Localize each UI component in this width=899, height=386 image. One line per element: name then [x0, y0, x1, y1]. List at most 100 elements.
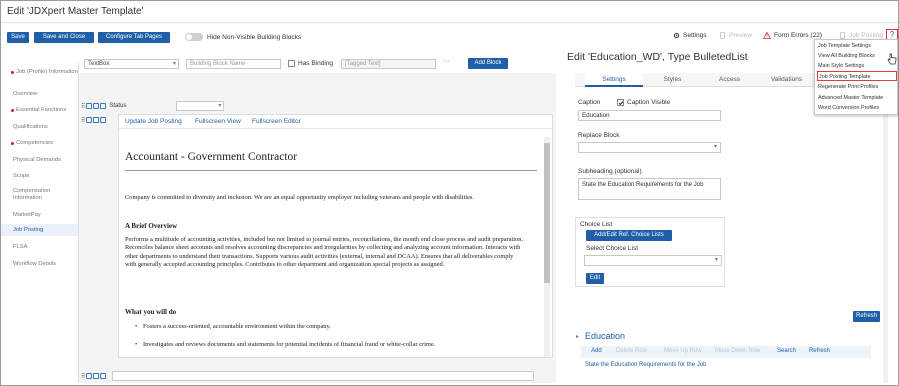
status-select[interactable]: ▾ — [176, 101, 225, 111]
nav-item-scope[interactable]: Scope — [13, 173, 79, 180]
tab-access[interactable]: Access — [702, 73, 757, 87]
caption-visible-checkbox[interactable] — [617, 99, 624, 106]
caption-input[interactable]: Education — [578, 110, 721, 121]
nav-item-marketpay[interactable]: MarketPay — [13, 212, 79, 219]
education-row[interactable]: State the Education Requirements for the… — [585, 362, 706, 368]
nav-item-qualifications[interactable]: Qualifications — [13, 124, 79, 131]
tagged-text-input[interactable]: [Tagged Text] — [341, 59, 436, 69]
subheading-textarea[interactable]: State the Education Requirements for the… — [578, 178, 721, 200]
nav-item-essential-functions[interactable]: Essential Functions — [11, 107, 82, 114]
next-block-field[interactable] — [112, 371, 535, 381]
tab-settings[interactable]: Settings — [585, 73, 643, 87]
refresh-button[interactable]: Refresh — [853, 311, 880, 322]
update-job-posting-link[interactable]: Update Job Posting — [125, 118, 182, 125]
visibility-icon[interactable] — [86, 103, 93, 109]
edit-choice-list-button[interactable]: Edit — [586, 273, 604, 284]
nav-item-job-information[interactable]: Job (Profile) Information — [11, 69, 82, 76]
select-choice-list-dropdown[interactable]: ▾ — [584, 255, 722, 266]
settings-link[interactable]: Settings — [673, 32, 707, 39]
hand-cursor-icon — [887, 53, 897, 65]
hide-nonvisible-label: Hide Non-Visible Building Blocks — [207, 34, 302, 41]
delete-icon[interactable] — [100, 373, 107, 379]
move-up-row-button[interactable]: Move Up Row — [664, 348, 702, 354]
title-divider — [125, 170, 537, 171]
editor-scrollbar[interactable] — [544, 137, 550, 357]
hide-nonvisible-toggle[interactable] — [185, 33, 203, 41]
configure-tab-pages-button[interactable]: Configure Tab Pages — [98, 32, 170, 43]
search-rows-button[interactable]: Search — [777, 348, 796, 354]
status-label: Status — [109, 103, 127, 109]
document-content[interactable]: Accountant - Government Contractor Compa… — [125, 136, 540, 357]
form-errors-link[interactable]: Form Errors (22) — [763, 32, 822, 39]
menu-item-main-style-settings[interactable]: Main Style Settings — [817, 61, 897, 71]
has-binding-label: Has Binding — [298, 60, 334, 67]
save-button[interactable]: Save — [7, 32, 29, 43]
fullscreen-view-link[interactable]: Fullscreen View — [195, 118, 241, 125]
replace-block-select[interactable]: ▾ — [578, 142, 721, 153]
caret-right-icon[interactable]: ▸ — [576, 333, 579, 340]
chevron-down-icon: ▾ — [714, 257, 718, 263]
block-type-value: TextBox — [88, 61, 110, 67]
has-binding-checkbox[interactable] — [288, 60, 295, 67]
tab-validations[interactable]: Validations — [759, 73, 814, 87]
edit-icon[interactable] — [93, 117, 100, 123]
fullscreen-editor-link[interactable]: Fullscreen Editor — [252, 118, 301, 125]
nav-item-flsa[interactable]: FLSA — [13, 244, 79, 251]
nav-item-label: Competencies — [16, 140, 54, 146]
visibility-icon[interactable] — [86, 117, 93, 123]
menu-item-job-template-settings[interactable]: Job Template Settings — [817, 41, 897, 51]
add-edit-choice-lists-button[interactable]: Add/Edit Ref. Choice Lists — [586, 230, 672, 241]
block-name-placeholder: Building Block Name — [190, 61, 246, 67]
scrollbar-thumb[interactable] — [544, 143, 550, 283]
next-block-row: ⠿ — [79, 370, 556, 382]
move-down-row-button[interactable]: Move Down Row — [715, 348, 760, 354]
edit-template-window: Edit 'JDXpert Master Template' Save Save… — [0, 0, 899, 386]
menu-item-job-posting-template[interactable]: Job Posting Template — [817, 71, 897, 81]
overview-paragraph: Performs a multitude of accounting activ… — [125, 236, 524, 268]
edit-icon[interactable] — [93, 103, 100, 109]
drag-handle-icon[interactable]: ⠿ — [81, 103, 85, 110]
delete-icon[interactable] — [100, 117, 107, 123]
drag-handle-icon[interactable]: ⠿ — [81, 373, 85, 380]
warning-icon — [763, 32, 771, 39]
delete-icon[interactable] — [100, 103, 107, 109]
menu-item-view-all-building-blocks[interactable]: View All Building Blocks — [817, 51, 897, 61]
refresh-rows-button[interactable]: Refresh — [809, 348, 830, 354]
block-type-select[interactable]: TextBox ▾ — [84, 59, 179, 69]
nav-item-label: Overview — [13, 91, 38, 97]
education-preview: ▸ Education Add Delete Row Move Up Row M… — [573, 331, 880, 377]
tab-styles[interactable]: Styles — [645, 73, 700, 87]
save-and-close-button[interactable]: Save and Close — [34, 32, 94, 43]
add-row-button[interactable]: Add — [591, 348, 602, 354]
nav-item-competencies[interactable]: Competencies — [11, 140, 82, 147]
edit-block-title: Edit 'Education_WD', Type BulletedList — [567, 51, 748, 63]
delete-row-button[interactable]: Delete Row — [616, 348, 647, 354]
more-options-icon[interactable]: ··· — [443, 58, 450, 65]
nav-item-label: Workflow Details — [13, 261, 57, 267]
nav-item-label: Essential Functions — [16, 107, 67, 113]
nav-item-label: FLSA — [13, 244, 28, 250]
nav-item-overview[interactable]: Overview — [13, 91, 79, 98]
add-block-button[interactable]: Add Block — [468, 58, 508, 69]
menu-item-regenerate-print-profiles[interactable]: Regenerate Print Profiles — [817, 82, 897, 92]
visibility-icon[interactable] — [86, 373, 93, 379]
choice-list-label: Choice List — [580, 221, 613, 228]
document-title: Accountant - Government Contractor — [125, 151, 298, 163]
subheading-label: Subheading (optional) — [578, 168, 642, 175]
nav-item-workflow-details[interactable]: Workflow Details — [13, 261, 79, 268]
menu-item-word-conversion-profiles[interactable]: Word Conversion Profiles — [817, 103, 897, 113]
chevron-down-icon: ▾ — [172, 61, 176, 67]
preview-link[interactable]: Preview — [719, 32, 752, 39]
block-tools: ⠿ — [81, 373, 107, 380]
nav-item-physical-demands[interactable]: Physical Demands — [13, 157, 79, 164]
education-action-bar: Add Delete Row Move Up Row Move Down Row… — [581, 346, 871, 358]
nav-item-compensation[interactable]: Compensation Information — [13, 188, 73, 202]
drag-handle-icon[interactable]: ⠿ — [81, 117, 85, 124]
nav-item-job-posting[interactable]: Job Posting — [1, 224, 78, 236]
edit-icon[interactable] — [93, 373, 100, 379]
job-posting-link[interactable]: Job Posting — [839, 32, 883, 39]
error-dot-icon — [11, 142, 14, 145]
error-dot-icon — [11, 109, 14, 112]
block-name-input[interactable]: Building Block Name — [186, 59, 281, 69]
menu-item-advanced-master-template[interactable]: Advanced Master Template — [817, 93, 897, 103]
